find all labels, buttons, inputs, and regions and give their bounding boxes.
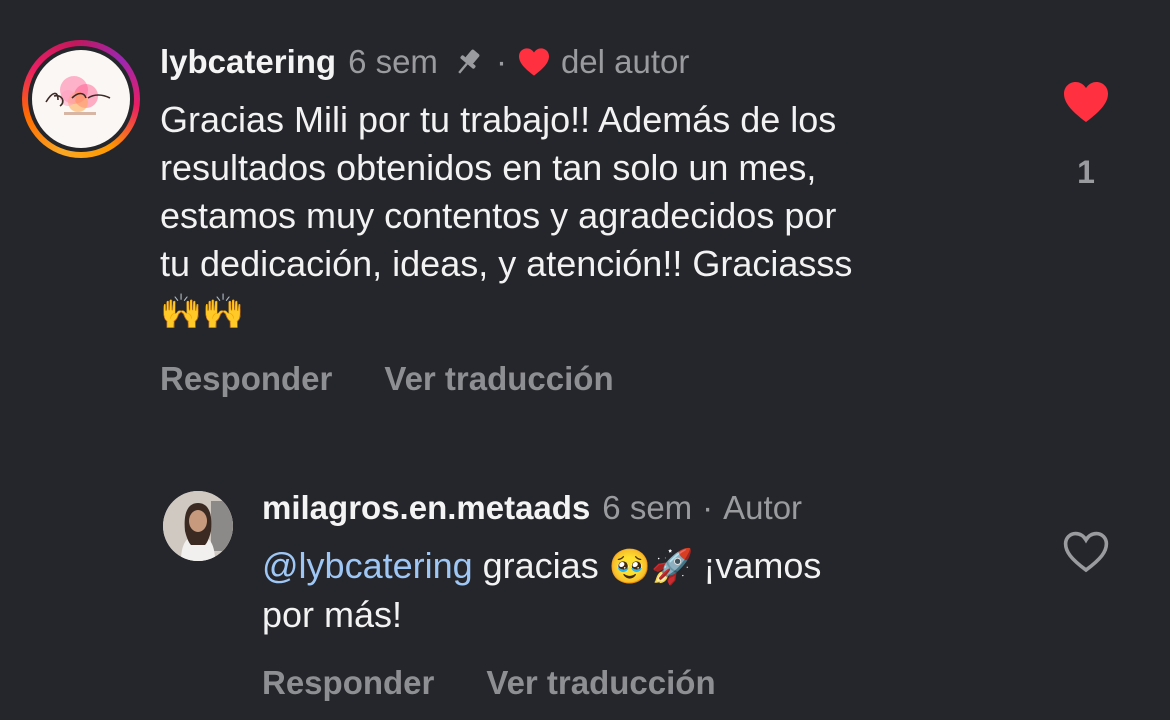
heart-icon [517,47,551,77]
see-translation-button[interactable]: Ver traducción [384,360,613,398]
comment-actions: Responder Ver traducción [262,664,716,702]
comment-text: @lybcatering gracias 🥹🚀 ¡vamos por más! [262,542,1022,639]
username[interactable]: milagros.en.metaads [262,488,590,528]
comment-text-line: por más! [262,594,403,635]
like-button[interactable]: 1 [1060,80,1112,191]
heart-outline-icon[interactable] [1061,530,1111,574]
reply-text: gracias [472,545,609,586]
profile-photo-icon [163,491,233,561]
timestamp: 6 sem [348,43,438,80]
comment-text: Gracias Mili por tu trabajo!! Además de … [160,96,1040,336]
mention-link[interactable]: @lybcatering [262,545,473,586]
reply-text-end: ¡vamos [693,545,822,586]
like-count[interactable]: 1 [1077,154,1095,191]
comment-actions: Responder Ver traducción [160,360,614,398]
separator-dot: · [495,43,507,80]
like-button[interactable] [1060,530,1112,574]
reply-button[interactable]: Responder [262,664,434,702]
emoji-pleading-rocket: 🥹🚀 [608,548,694,586]
author-badge: Autor [723,489,803,526]
see-translation-button[interactable]: Ver traducción [486,664,715,702]
avatar [32,50,130,148]
comment-text-line: tu dedicación, ideas, y atención!! Graci… [160,243,853,284]
comment-text-line: estamos muy contentos y agradecidos por [160,195,837,236]
pin-icon [450,45,486,79]
timestamp: 6 sem [602,489,693,526]
username[interactable]: lybcatering [160,42,336,82]
story-avatar-ring[interactable] [22,40,140,158]
lyb-logo-icon [45,76,111,115]
comment-header: lybcatering 6 sem · del autor [160,42,689,82]
comment-text-line: @lybcatering gracias 🥹🚀 ¡vamos [262,542,1022,591]
reply-button[interactable]: Responder [160,360,332,398]
comment-text-line: resultados obtenidos en tan solo un mes, [160,147,817,188]
comment-header: milagros.en.metaads 6 sem · Autor [262,488,802,528]
separator-dot: · [702,489,714,526]
avatar[interactable] [163,491,233,561]
heart-filled-icon[interactable] [1061,80,1111,124]
liked-by-author-label: del autor [560,43,690,80]
comment-text-line: Gracias Mili por tu trabajo!! Además de … [160,99,837,140]
raising-hands-emoji: 🙌🙌 [160,293,245,331]
